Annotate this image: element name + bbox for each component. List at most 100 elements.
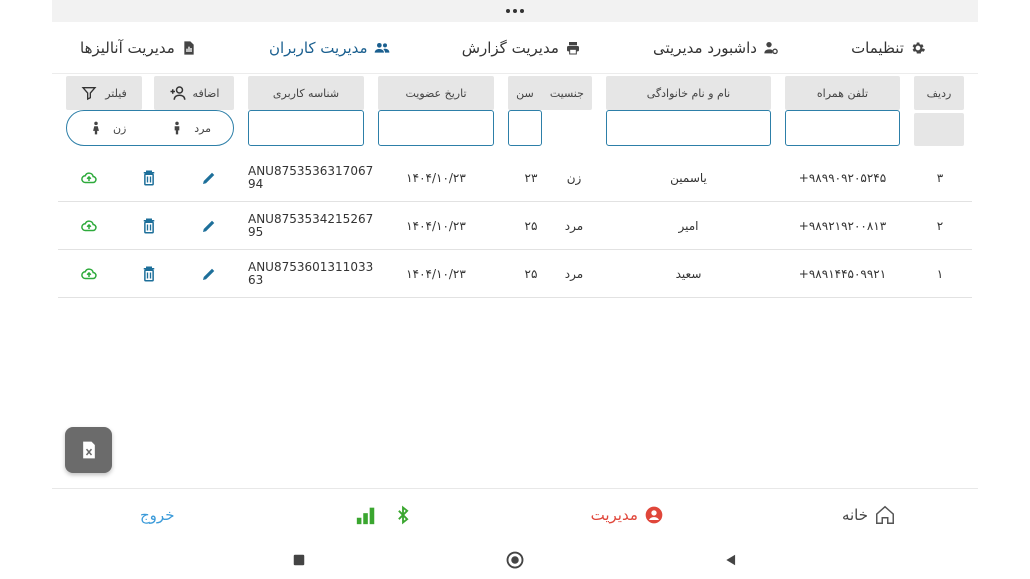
row-gender: مرد	[564, 267, 584, 281]
back-triangle-icon[interactable]	[724, 553, 738, 567]
row-number-filter-placeholder	[914, 113, 964, 146]
recent-apps-icon[interactable]	[292, 553, 306, 567]
export-excel-button[interactable]	[65, 427, 112, 473]
filter-label: فیلتر	[105, 86, 127, 100]
row-age: ۲۵	[524, 219, 538, 233]
cloud-upload-icon	[81, 220, 97, 232]
delete-button[interactable]	[132, 154, 166, 202]
row-join-date: ۱۴۰۴/۱۰/۲۳	[406, 267, 466, 281]
nav-management-label: مدیریت	[590, 505, 638, 524]
row-age: ۲۵	[524, 267, 538, 281]
home-icon	[876, 505, 894, 524]
add-user-button[interactable]: اضافه	[154, 76, 234, 110]
filter-button[interactable]: فیلتر	[66, 76, 142, 110]
home-circle-icon[interactable]	[506, 551, 524, 569]
join-date-filter-input[interactable]	[378, 110, 494, 146]
header-join-date: تاریخ عضویت	[378, 76, 494, 110]
row-number: ۱	[936, 267, 944, 281]
more-dot	[506, 9, 510, 13]
gender-filter-toggle[interactable]: مرد زن	[66, 110, 234, 146]
tab-settings-label: تنظیمات	[851, 38, 904, 57]
bluetooth-icon	[397, 505, 409, 524]
edit-button[interactable]	[192, 250, 226, 298]
row-phone: +۹۸۹۹۰۹۲۰۵۲۴۵	[798, 171, 887, 185]
header-age: سن	[516, 86, 534, 100]
user-id-line1: ANU8753534215267	[248, 212, 374, 226]
header-name: نام و نام خانوادگی	[606, 76, 771, 110]
nav-logout[interactable]: خروج	[140, 506, 174, 524]
excel-file-icon	[82, 441, 95, 459]
connection-status	[353, 502, 413, 528]
user-id-line1: ANU8753601311033	[248, 260, 374, 274]
upload-cloud-button[interactable]	[72, 154, 106, 202]
female-person-icon	[93, 121, 99, 135]
edit-pencil-icon	[203, 268, 215, 280]
cloud-upload-icon	[81, 172, 97, 184]
left-margin	[0, 0, 52, 579]
name-filter-input[interactable]	[606, 110, 771, 146]
tab-analysis-label: مدیریت آنالیزها	[80, 38, 175, 57]
row-user-id: ANU8753601311033 63	[248, 250, 373, 298]
user-circle-icon	[645, 506, 663, 523]
row-age: ۲۳	[524, 171, 538, 185]
row-join-date: ۱۴۰۴/۱۰/۲۳	[406, 219, 466, 233]
user-gear-icon	[764, 41, 778, 54]
row-name: یاسمین	[670, 171, 707, 185]
tab-user-management[interactable]: مدیریت کاربران	[269, 39, 390, 57]
users-table: ۳ +۹۸۹۹۰۹۲۰۵۲۴۵ یاسمین زن ۲۳ ۱۴۰۴/۱۰/۲۳ …	[58, 154, 972, 298]
tab-settings[interactable]: تنظیمات	[851, 39, 926, 57]
trash-icon	[143, 218, 155, 234]
bottom-nav: خانه مدیریت خروج	[52, 488, 978, 540]
gender-option-female[interactable]: زن	[89, 120, 126, 136]
trash-icon	[143, 170, 155, 186]
app-window: تنظیمات داشبورد مدیریتی مدیریت گزارش مدی…	[52, 0, 978, 540]
tab-reports[interactable]: مدیریت گزارش	[462, 39, 581, 57]
phone-filter-input[interactable]	[785, 110, 900, 146]
age-filter-input[interactable]	[508, 110, 542, 146]
user-id-filter-input[interactable]	[248, 110, 364, 146]
gender-option-male[interactable]: مرد	[170, 120, 211, 136]
edit-button[interactable]	[192, 202, 226, 250]
header-gender-age: جنسیت سن	[508, 76, 592, 110]
nav-home[interactable]: خانه	[842, 504, 896, 526]
more-dot	[520, 9, 524, 13]
header-user-id: شناسه کاربری	[248, 76, 364, 110]
status-bar	[52, 0, 978, 22]
printer-icon	[566, 41, 579, 54]
top-tabs: تنظیمات داشبورد مدیریتی مدیریت گزارش مدی…	[52, 22, 978, 74]
nav-logout-label: خروج	[140, 505, 175, 524]
more-dot	[513, 9, 517, 13]
row-number: ۳	[936, 171, 944, 185]
add-user-icon	[170, 86, 186, 100]
signal-bars-icon	[356, 507, 374, 524]
user-id-line2: 95	[248, 225, 264, 239]
user-id-line2: 63	[248, 273, 264, 287]
row-user-id: ANU8753536317067 94	[248, 154, 373, 202]
delete-button[interactable]	[132, 250, 166, 298]
tab-dashboard-label: داشبورد مدیریتی	[652, 38, 757, 57]
edit-pencil-icon	[203, 220, 215, 232]
row-phone: +۹۸۹۱۴۴۵۰۹۹۲۱	[798, 267, 887, 281]
gear-icon	[912, 42, 925, 53]
upload-cloud-button[interactable]	[72, 202, 106, 250]
header-row-number: ردیف	[914, 76, 964, 110]
row-number: ۲	[936, 219, 944, 233]
upload-cloud-button[interactable]	[72, 250, 106, 298]
right-margin	[978, 0, 1030, 579]
system-nav-bar	[0, 540, 1030, 579]
tab-dashboard[interactable]: داشبورد مدیریتی	[653, 39, 779, 57]
header-gender: جنسیت	[549, 86, 584, 100]
tab-analysis[interactable]: مدیریت آنالیزها	[80, 39, 197, 57]
screen: تنظیمات داشبورد مدیریتی مدیریت گزارش مدی…	[0, 0, 1030, 579]
nav-home-label: خانه	[841, 505, 868, 524]
delete-button[interactable]	[132, 202, 166, 250]
header-phone: تلفن همراه	[785, 76, 900, 110]
nav-management[interactable]: مدیریت	[591, 505, 664, 525]
row-user-id: ANU8753534215267 95	[248, 202, 373, 250]
report-file-icon	[184, 40, 194, 55]
male-person-icon	[174, 121, 180, 135]
add-user-label: اضافه	[192, 86, 220, 100]
edit-button[interactable]	[192, 154, 226, 202]
row-phone: +۹۸۹۲۱۹۲۰۰۸۱۳	[798, 219, 887, 233]
tab-reports-label: مدیریت گزارش	[461, 38, 559, 57]
